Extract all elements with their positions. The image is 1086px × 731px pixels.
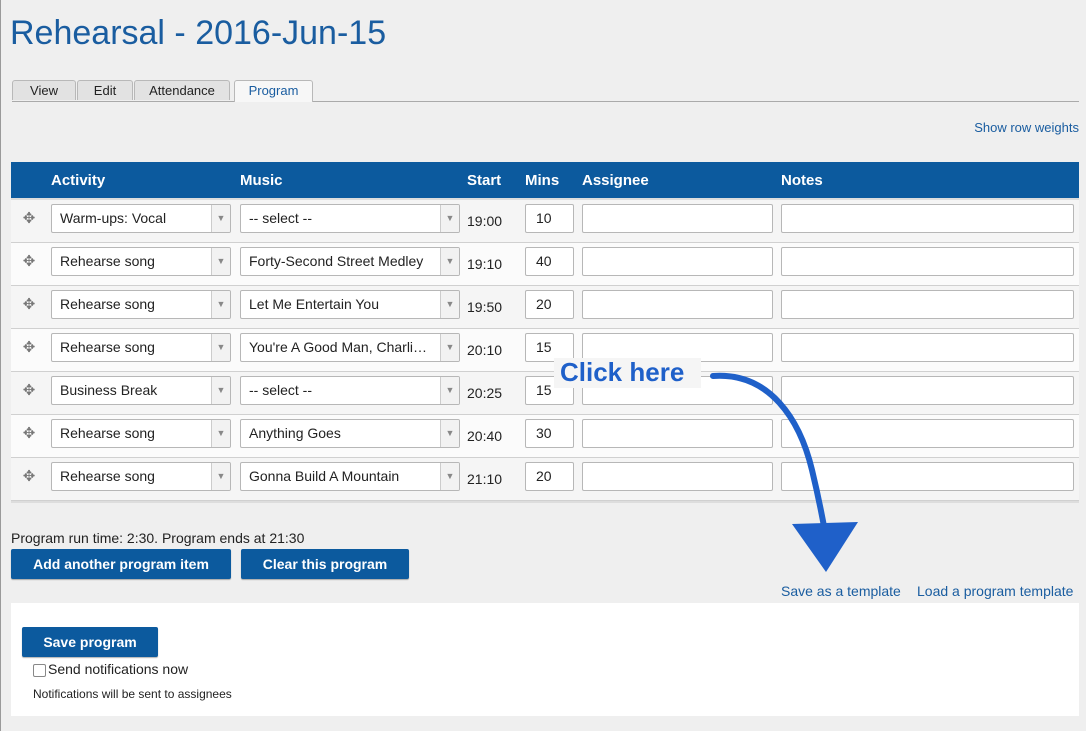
program-runtime: Program run time: 2:30. Program ends at … [11, 530, 305, 546]
send-notifications-label: Send notifications now [48, 661, 189, 677]
save-as-template-link[interactable]: Save as a template [781, 583, 901, 599]
add-program-item-button[interactable]: Add another program item [11, 549, 231, 579]
arrow-head [792, 522, 858, 572]
load-template-link[interactable]: Load a program template [917, 583, 1073, 599]
clear-program-button[interactable]: Clear this program [241, 549, 409, 579]
save-program-button[interactable]: Save program [22, 627, 158, 657]
arrow-shaft [710, 372, 828, 535]
send-notifications-checkbox[interactable] [33, 664, 46, 677]
notifications-note: Notifications will be sent to assignees [33, 687, 232, 701]
